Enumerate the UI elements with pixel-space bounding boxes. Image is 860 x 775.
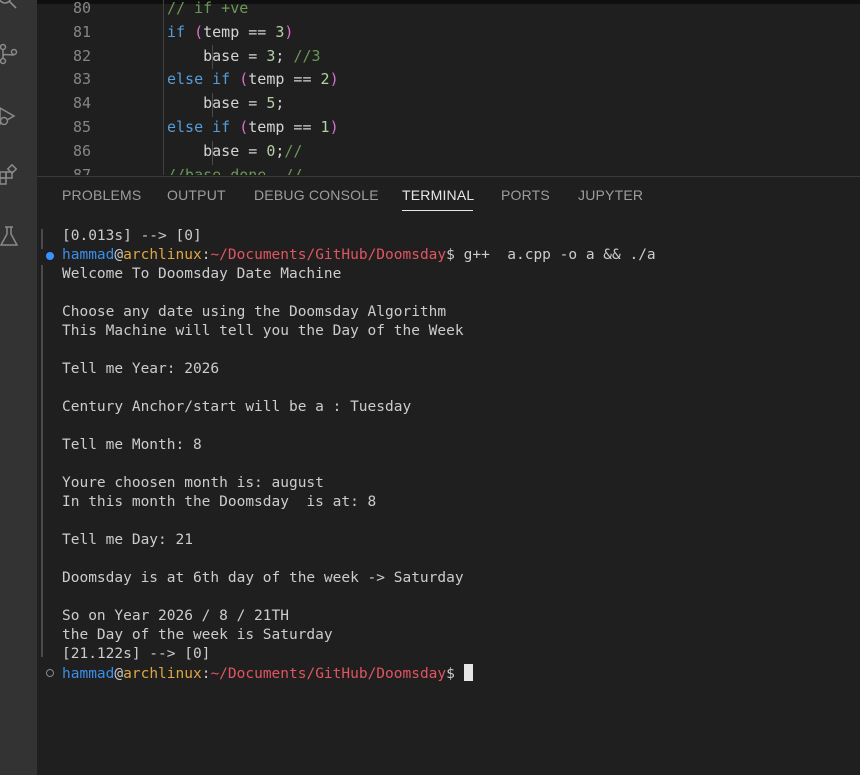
code-token: else if [167, 118, 240, 136]
code-token: ) [329, 118, 339, 136]
code-token: //3 [293, 46, 321, 65]
code-line: 87 //base done // [37, 163, 860, 175]
code-line: 83 else if (temp == 2) [37, 67, 860, 91]
prompt-path: ~/Documents/GitHub/Doomsday [210, 247, 447, 263]
terminal-line: [0.013s] --> [0] [62, 228, 202, 244]
search-icon[interactable] [0, 0, 18, 10]
terminal-line: Youre choosen month is: august [62, 475, 324, 491]
code-text: base = 0;// [167, 139, 302, 163]
terminal-line: Century Anchor/start will be a : Tuesday [62, 399, 412, 415]
code-text: if (temp == 3) [167, 20, 293, 44]
code-token: base = [167, 94, 267, 113]
panel-tab-bar: PROBLEMS OUTPUT DEBUG CONSOLE TERMINAL P… [37, 176, 860, 215]
code-token: ( [239, 70, 249, 89]
line-number: 87 [72, 165, 91, 175]
line-number: 86 [72, 141, 91, 160]
terminal-line: Tell me Year: 2026 [62, 361, 220, 377]
code-text: else if (temp == 2) [167, 67, 339, 91]
code-token: temp == [248, 118, 321, 136]
code-token: if [167, 22, 195, 41]
code-text: // if +ve [167, 0, 248, 20]
code-token: //base done // [167, 165, 303, 175]
code-token: // if +ve [167, 0, 249, 17]
prompt-path: ~/Documents/GitHub/Doomsday [210, 666, 447, 682]
terminal-prompt: hammad@archlinux:~/Documents/GitHub/Doom… [62, 664, 473, 683]
prompt-host: archlinux [123, 666, 202, 682]
tab-problems[interactable]: PROBLEMS [62, 187, 141, 203]
line-number: 85 [72, 118, 91, 136]
terminal-line: [21.122s] --> [0] [62, 646, 211, 662]
terminal-line: Doomsday is at 6th day of the week -> Sa… [62, 570, 464, 586]
code-text: else if (temp == 1) [167, 115, 339, 139]
line-number: 81 [72, 22, 91, 41]
terminal-line: So on Year 2026 / 8 / 21TH [62, 608, 289, 624]
code-line: 85 else if (temp == 1) [37, 115, 860, 139]
terminal-line: In this month the Doomsday is at: 8 [62, 494, 377, 510]
code-token: temp == [248, 70, 321, 89]
terminal-cursor [463, 664, 473, 681]
tab-ports[interactable]: PORTS [501, 187, 550, 203]
prompt-user: hammad [62, 247, 115, 263]
prompt-command: g++ a.cpp -o a && ./a [463, 247, 656, 263]
line-number: 84 [72, 94, 91, 113]
command-success-dot[interactable] [46, 252, 54, 260]
tab-terminal[interactable]: TERMINAL [402, 187, 474, 203]
code-editor[interactable]: 80// if +ve 81 if (temp == 3) 82 base = 3; … [37, 0, 860, 175]
code-line: 82 base = 3; //3 [37, 44, 860, 68]
command-decoration-bar [41, 265, 43, 657]
code-token: ( [194, 22, 204, 41]
terminal-line: Welcome To Doomsday Date Machine [62, 266, 342, 282]
command-decoration-bar [41, 229, 43, 249]
run-debug-icon[interactable] [0, 105, 18, 127]
code-token: ) [284, 22, 294, 41]
prompt-at: @ [114, 666, 124, 682]
command-pending-dot[interactable] [46, 669, 54, 677]
code-text: //base done // [167, 163, 302, 175]
terminal-prompt: hammad@archlinux:~/Documents/GitHub/Doom… [62, 246, 656, 265]
line-number: 83 [72, 70, 91, 89]
code-token: ; [275, 46, 294, 65]
source-control-icon[interactable] [0, 43, 19, 65]
code-token: ) [329, 70, 339, 89]
code-token: 1 [320, 118, 330, 136]
code-token: ( [239, 118, 249, 136]
prompt-dollar: $ [446, 666, 464, 682]
code-token: else if [167, 70, 240, 89]
terminal-line: Choose any date using the Doomsday Algor… [62, 304, 447, 320]
line-number: 82 [72, 46, 91, 65]
code-line: 81 if (temp == 3) [37, 20, 860, 44]
active-tab-indicator [402, 210, 473, 211]
prompt-host: archlinux [123, 247, 202, 263]
tab-debug-console[interactable]: DEBUG CONSOLE [254, 187, 379, 203]
terminal[interactable]: [0.013s] --> [0] hammad@archlinux:~/Docu… [37, 215, 860, 775]
terminal-line: This Machine will tell you the Day of th… [62, 323, 464, 339]
code-token: base = [167, 46, 267, 65]
terminal-line: the Day of the week is Saturday [62, 627, 333, 643]
code-line: 80 // if +ve [37, 0, 860, 20]
code-token: temp == [203, 22, 276, 41]
terminal-line: Tell me Month: 8 [62, 437, 202, 453]
code-token: 2 [320, 70, 330, 89]
code-text: base = 5; [167, 91, 284, 115]
prompt-at: @ [114, 247, 124, 263]
code-token: ; [275, 94, 285, 113]
code-token: // [284, 141, 303, 160]
code-text: base = 3; //3 [167, 44, 321, 68]
prompt-user: hammad [62, 666, 115, 682]
tab-output[interactable]: OUTPUT [167, 187, 226, 203]
testing-flask-icon[interactable] [0, 225, 20, 247]
code-line: 84 base = 5; [37, 91, 860, 115]
code-line: 86 base = 0;// [37, 139, 860, 163]
prompt-dollar: $ [446, 247, 464, 263]
extensions-icon[interactable] [0, 164, 19, 186]
activity-bar [0, 0, 37, 775]
tab-jupyter[interactable]: JUPYTER [578, 187, 643, 203]
code-token: base = [167, 141, 267, 160]
line-number: 80 [72, 0, 91, 17]
terminal-line: Tell me Day: 21 [62, 532, 193, 548]
